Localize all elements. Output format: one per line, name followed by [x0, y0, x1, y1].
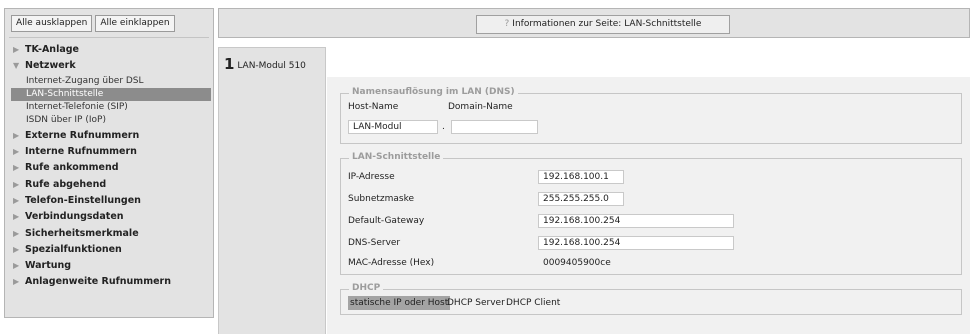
triangle-right-icon: ▶: [13, 163, 20, 173]
dhcp-option-client[interactable]: DHCP Client: [504, 296, 562, 310]
ip-address-label: IP-Adresse: [348, 172, 395, 182]
sidebar-item-label: Externe Rufnummern: [25, 129, 140, 141]
page-info-button[interactable]: ? Informationen zur Seite: LAN-Schnittste…: [476, 15, 730, 34]
lan-fieldset: LAN-Schnittstelle IP-Adresse Subnetzmask…: [340, 152, 962, 275]
sidebar-subitem-lan-schnittstelle[interactable]: LAN-Schnittstelle: [11, 87, 211, 102]
sidebar-item-label: Spezialfunktionen: [25, 243, 122, 255]
dns-separator: .: [442, 122, 445, 132]
sidebar-subitem-sip[interactable]: Internet-Telefonie (SIP): [5, 101, 213, 114]
mac-address-value: 0009405900ce: [543, 258, 611, 268]
dns-fieldset: Namensauflösung im LAN (DNS) Host-Name D…: [340, 87, 962, 144]
sidebar-item-label: Wartung: [25, 260, 72, 272]
dhcp-option-server[interactable]: DHCP Server: [445, 296, 507, 310]
module-column: [218, 77, 326, 334]
sidebar-item-rufe-abgehend[interactable]: ▶ Rufe abgehend: [5, 177, 213, 193]
dhcp-option-static[interactable]: statische IP oder Host: [348, 296, 451, 310]
sidebar-divider: [9, 37, 209, 38]
sidebar-item-label: Rufe abgehend: [25, 178, 107, 190]
sidebar-button-row: Alle ausklappen Alle einklappen: [11, 15, 175, 32]
host-name-label: Host-Name: [348, 102, 399, 112]
sidebar-item-netzwerk[interactable]: ▼ Netzwerk: [5, 58, 213, 74]
sidebar-item-label: TK-Anlage: [25, 44, 79, 55]
sidebar-item-externe-rufnummern[interactable]: ▶ Externe Rufnummern: [5, 128, 213, 144]
sidebar-item-telefon-einstellungen[interactable]: ▶ Telefon-Einstellungen: [5, 193, 213, 209]
dns-server-input[interactable]: [538, 236, 734, 250]
sidebar-item-anlagenweite-rufnummern[interactable]: ▶ Anlagenweite Rufnummern: [5, 274, 213, 290]
triangle-right-icon: ▶: [13, 147, 20, 157]
triangle-right-icon: ▶: [13, 195, 20, 205]
triangle-right-icon: ▶: [13, 130, 20, 140]
page-info-label: Informationen zur Seite: LAN-Schnittstel…: [512, 19, 702, 29]
help-icon: ?: [504, 19, 510, 29]
sidebar-item-sicherheitsmerkmale[interactable]: ▶ Sicherheitsmerkmale: [5, 226, 213, 242]
sidebar: Alle ausklappen Alle einklappen ▶ TK-Anla…: [4, 8, 214, 318]
dns-server-label: DNS-Server: [348, 238, 401, 248]
sidebar-item-label: Rufe ankommend: [25, 162, 119, 174]
sidebar-item-label: Verbindungsdaten: [25, 211, 124, 223]
sidebar-item-interne-rufnummern[interactable]: ▶ Interne Rufnummern: [5, 144, 213, 160]
triangle-right-icon: ▶: [13, 45, 20, 54]
default-gateway-label: Default-Gateway: [348, 216, 425, 226]
triangle-right-icon: ▶: [13, 277, 20, 287]
sidebar-item-label: Interne Rufnummern: [25, 146, 137, 158]
triangle-right-icon: ▶: [13, 179, 20, 189]
sidebar-item-label: Sicherheitsmerkmale: [25, 227, 139, 239]
host-name-input[interactable]: [348, 120, 438, 134]
sidebar-item-wartung[interactable]: ▶ Wartung: [5, 258, 213, 274]
domain-name-input[interactable]: [451, 120, 538, 134]
sidebar-item-tk-anlage[interactable]: ▶ TK-Anlage: [5, 42, 213, 58]
expand-all-button[interactable]: Alle ausklappen: [11, 15, 93, 32]
module-label: LAN-Modul 510: [237, 61, 306, 71]
sidebar-item-rufe-ankommend[interactable]: ▶ Rufe ankommend: [5, 160, 213, 176]
dns-legend: Namensauflösung im LAN (DNS): [349, 87, 518, 97]
sidebar-subitem-dsl[interactable]: Internet-Zugang über DSL: [5, 75, 213, 88]
dhcp-legend: DHCP: [349, 283, 384, 293]
triangle-right-icon: ▶: [13, 261, 20, 271]
sidebar-nav: ▶ TK-Anlage ▼ Netzwerk Internet-Zugang übe…: [5, 42, 213, 291]
subnet-mask-label: Subnetzmaske: [348, 194, 415, 204]
collapse-all-button[interactable]: Alle einklappen: [95, 15, 175, 32]
triangle-right-icon: ▶: [13, 228, 20, 238]
subnet-mask-input[interactable]: [538, 192, 624, 206]
mac-address-label: MAC-Adresse (Hex): [348, 258, 435, 268]
top-bar: ? Informationen zur Seite: LAN-Schnittste…: [218, 8, 970, 38]
sidebar-item-label: Anlagenweite Rufnummern: [25, 276, 171, 288]
dhcp-fieldset: DHCP statische IP oder Host DHCP Server …: [340, 283, 962, 315]
sidebar-subitem-iop[interactable]: ISDN über IP (IoP): [5, 114, 213, 127]
triangle-down-icon: ▼: [13, 61, 20, 71]
module-tab[interactable]: 1 LAN-Modul 510: [218, 47, 326, 77]
lan-legend: LAN-Schnittstelle: [349, 152, 444, 162]
ip-address-input[interactable]: [538, 170, 624, 184]
default-gateway-input[interactable]: [538, 214, 734, 228]
sidebar-item-spezialfunktionen[interactable]: ▶ Spezialfunktionen: [5, 242, 213, 258]
sidebar-item-label: Telefon-Einstellungen: [25, 194, 141, 206]
module-number: 1: [224, 55, 235, 73]
sidebar-item-label: Netzwerk: [25, 60, 76, 72]
sidebar-item-verbindungsdaten[interactable]: ▶ Verbindungsdaten: [5, 209, 213, 225]
triangle-right-icon: ▶: [13, 244, 20, 254]
domain-name-label: Domain-Name: [448, 102, 513, 112]
triangle-right-icon: ▶: [13, 212, 20, 222]
